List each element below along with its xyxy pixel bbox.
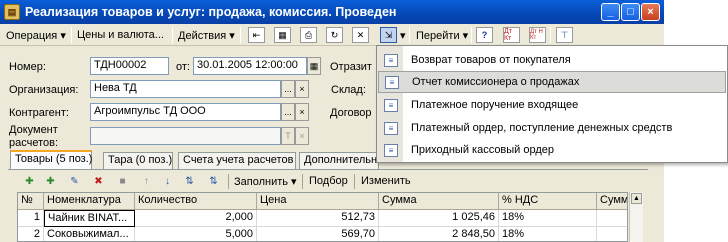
fill-menu[interactable]: Заполнить ▾: [234, 175, 297, 188]
sort-ascending-icon[interactable]: ⇅: [182, 174, 197, 189]
contractor-field[interactable]: Агроимпульс ТД ООО: [90, 103, 281, 121]
table-row-2-nomenclature[interactable]: Соковыжимал...: [44, 227, 135, 241]
table-row-2-price[interactable]: 569,70: [257, 227, 379, 241]
settlement-clear-icon[interactable]: ×: [295, 127, 309, 145]
add-row-icon[interactable]: ✚: [22, 174, 37, 189]
based-on-dropdown-icon[interactable]: ▾: [397, 26, 409, 44]
column-header-vat-rate[interactable]: % НДС: [499, 193, 597, 210]
based-on-icon[interactable]: ⇲: [380, 27, 397, 43]
actions-menu[interactable]: Действия ▾: [175, 26, 238, 44]
table-row-1-sum[interactable]: 1 025,46: [379, 210, 499, 227]
column-header-nomenclature[interactable]: Номенклатура: [44, 193, 135, 210]
table-row-2-sum[interactable]: 2 848,50: [379, 227, 499, 241]
refresh-icon[interactable]: ↻: [326, 27, 343, 43]
maximize-button[interactable]: □: [621, 3, 640, 21]
document-icon: ▤: [4, 4, 20, 20]
menu-item-label: Отчет комиссионера о продажах: [412, 76, 580, 88]
goto-menu[interactable]: Перейти ▾: [413, 26, 471, 44]
date-field[interactable]: 30.01.2005 12:00:00: [193, 57, 307, 75]
contractor-clear-icon[interactable]: ×: [295, 103, 309, 121]
organization-label: Организация:: [9, 84, 79, 96]
copy-row-icon[interactable]: ✚: [43, 174, 58, 189]
menu-item-incoming-payment-order[interactable]: ≡ Платежное поручение входящее: [378, 94, 726, 116]
table-row-2-quantity[interactable]: 5,000: [135, 227, 257, 241]
menu-item-label: Приходный кассовый ордер: [411, 144, 555, 156]
operation-menu[interactable]: Операция ▾: [3, 26, 69, 44]
document-icon: ≡: [384, 98, 398, 112]
dt-n-kt-icon[interactable]: Дт Н Кт: [529, 27, 546, 43]
column-header-vat-sum[interactable]: Сумма: [597, 193, 627, 210]
selection-button[interactable]: Подбор: [309, 175, 348, 187]
window-titlebar: ▤ Реализация товаров и услуг: продажа, к…: [0, 0, 664, 24]
column-header-price[interactable]: Цена: [257, 193, 379, 210]
form-icon[interactable]: ▦: [274, 27, 291, 43]
goods-table[interactable]: № Номенклатура Количество Цена Сумма % Н…: [17, 192, 628, 242]
number-field[interactable]: ТДН00002: [90, 57, 169, 75]
column-header-sum[interactable]: Сумма: [379, 193, 499, 210]
prices-currency-button[interactable]: Цены и валюта...: [74, 26, 167, 44]
document-icon: ≡: [384, 143, 398, 157]
menu-item-return-goods[interactable]: ≡ Возврат товаров от покупателя: [378, 49, 726, 71]
contractor-select-button[interactable]: ...: [281, 103, 295, 121]
column-header-number[interactable]: №: [18, 193, 44, 210]
table-row-1-price[interactable]: 512,73: [257, 210, 379, 227]
based-on-dropdown-menu: ≡ Возврат товаров от покупателя ≡ Отчет …: [376, 45, 728, 163]
from-label: от:: [176, 61, 190, 73]
document-label-2: расчетов:: [9, 137, 59, 149]
menu-item-label: Возврат товаров от покупателя: [411, 54, 571, 66]
tab-goods[interactable]: Товары (5 поз.): [10, 150, 92, 170]
structure-icon[interactable]: ⊤: [556, 27, 573, 43]
tab-additional[interactable]: Дополнительно: [299, 152, 383, 169]
table-scrollbar[interactable]: ▲: [629, 192, 643, 242]
table-row-1-quantity[interactable]: 2,000: [135, 210, 257, 227]
menu-item-commission-report[interactable]: ≡ Отчет комиссионера о продажах: [378, 71, 726, 93]
table-row-2-vat-rate[interactable]: 18%: [499, 227, 597, 241]
close-button[interactable]: ×: [641, 3, 660, 21]
delete-row-icon[interactable]: ✖: [91, 174, 106, 189]
move-down-icon[interactable]: ↓: [160, 174, 175, 189]
table-row-1-nomenclature[interactable]: Чайник BINAT...: [44, 210, 135, 227]
change-button[interactable]: Изменить: [361, 175, 411, 187]
calendar-icon[interactable]: ▦: [307, 57, 321, 75]
reflect-label: Отразит: [330, 61, 372, 73]
print-icon[interactable]: ⎙: [300, 27, 317, 43]
table-row-1-vat-sum[interactable]: [597, 210, 627, 227]
document-label: Документ: [9, 124, 58, 136]
contractor-label: Контрагент:: [9, 107, 69, 119]
settlement-document-field[interactable]: [90, 127, 281, 145]
menu-item-payment-order-receipt[interactable]: ≡ Платежный ордер, поступление денежных …: [378, 117, 726, 139]
menu-item-label: Платежный ордер, поступление денежных ср…: [411, 122, 673, 134]
warehouse-label: Склад:: [331, 84, 366, 96]
help-icon[interactable]: ?: [476, 27, 493, 43]
organization-clear-icon[interactable]: ×: [295, 80, 309, 98]
table-row-2-vat-sum[interactable]: [597, 227, 627, 241]
menu-item-cash-receipt-order[interactable]: ≡ Приходный кассовый ордер: [378, 139, 726, 161]
tab-settlement-accounts[interactable]: Счета учета расчетов: [178, 152, 296, 169]
document-icon: ≡: [385, 75, 399, 89]
dt-kt-icon[interactable]: Дт Кт: [503, 27, 520, 43]
delete-doc-icon[interactable]: ✕: [352, 27, 369, 43]
menu-item-label: Платежное поручение входящее: [411, 99, 579, 111]
edit-row-icon[interactable]: ✎: [67, 174, 82, 189]
column-header-quantity[interactable]: Количество: [135, 193, 257, 210]
contract-label: Договор: [330, 107, 372, 119]
tab-tare[interactable]: Тара (0 поз.): [103, 152, 173, 169]
minimize-button[interactable]: _: [601, 3, 620, 21]
scroll-up-icon[interactable]: ▲: [631, 193, 642, 204]
organization-field[interactable]: Нева ТД: [90, 80, 281, 98]
document-icon: ≡: [384, 53, 398, 67]
window-title: Реализация товаров и услуг: продажа, ком…: [25, 5, 397, 19]
sort-descending-icon[interactable]: ⇅: [206, 174, 221, 189]
number-label: Номер:: [9, 61, 46, 73]
settlement-t-icon[interactable]: T: [281, 127, 295, 145]
document-icon: ≡: [384, 121, 398, 135]
table-row-1-number[interactable]: 1: [18, 210, 44, 227]
end-edit-icon[interactable]: ■: [115, 174, 130, 189]
move-up-icon[interactable]: ↑: [139, 174, 154, 189]
toolbar: Операция ▾ Цены и валюта... Действия ▾ ⇤…: [0, 24, 664, 46]
table-row-1-vat-rate[interactable]: 18%: [499, 210, 597, 227]
organization-select-button[interactable]: ...: [281, 80, 295, 98]
move-left-icon[interactable]: ⇤: [248, 27, 265, 43]
table-row-2-number[interactable]: 2: [18, 227, 44, 241]
